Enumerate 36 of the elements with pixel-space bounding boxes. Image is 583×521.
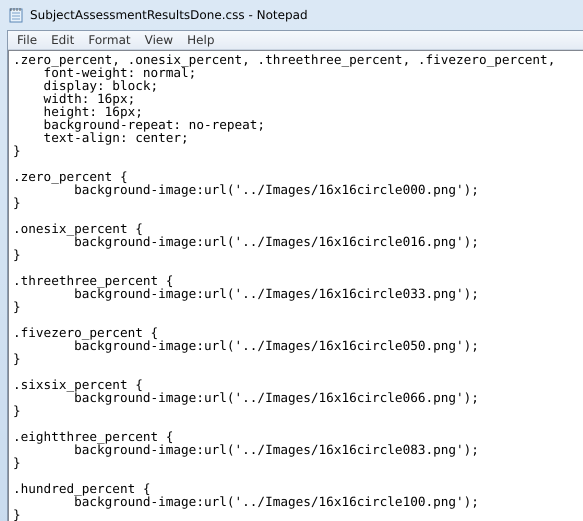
code-line: text-align: center; xyxy=(42,131,190,144)
code-line: } xyxy=(13,248,22,261)
code-line: font-weight: normal; xyxy=(44,66,196,79)
code-line: } xyxy=(13,300,22,313)
code-line: .zero_percent, .onesix_percent, .threethree_percent, .fivezero_percent, xyxy=(13,53,556,66)
menu-item[interactable]: Format xyxy=(81,31,138,49)
code-line: } xyxy=(13,404,22,417)
menu-item[interactable]: View xyxy=(138,31,180,49)
code-line: background-image:url('../Images/16x16circle016.png'); xyxy=(74,235,480,248)
menu-item[interactable]: Edit xyxy=(44,31,82,49)
code-line: .sixsix_percent { xyxy=(13,378,144,391)
code-line: display: block; xyxy=(42,79,158,92)
code-line: .zero_percent { xyxy=(13,170,129,183)
menu-item[interactable]: File xyxy=(10,31,44,49)
notepad-icon xyxy=(8,7,24,23)
window-title: SubjectAssessmentResultsDone.css - Notepad xyxy=(30,8,308,22)
code-line: background-image:url('../Images/16x16circle033.png'); xyxy=(74,287,480,300)
code-line: background-image:url('../Images/16x16circle000.png'); xyxy=(74,183,480,196)
code-line: width: 16px; xyxy=(42,92,136,105)
code-line: } xyxy=(13,508,22,521)
code-line: } xyxy=(13,456,22,469)
code-line: background-repeat: no-repeat; xyxy=(42,118,266,131)
menu-item[interactable]: Help xyxy=(180,31,222,49)
code-line: } xyxy=(13,144,22,157)
code-line: height: 16px; xyxy=(42,105,144,118)
code-line: .fivezero_percent { xyxy=(13,326,160,339)
code-line: .onesix_percent { xyxy=(13,222,144,235)
code-line: background-image:url('../Images/16x16circle083.png'); xyxy=(74,443,480,456)
code-line: .threethree_percent { xyxy=(13,274,174,287)
code-line: } xyxy=(13,196,22,209)
code-line: .eightthree_percent { xyxy=(13,430,174,443)
code-line: background-image:url('../Images/16x16circle066.png'); xyxy=(74,391,480,404)
code-line: .hundred_percent { xyxy=(13,482,152,495)
code-line: } xyxy=(13,352,22,365)
code-line: background-image:url('../Images/16x16circle100.png'); xyxy=(74,495,480,508)
code-line: background-image:url('../Images/16x16circle050.png'); xyxy=(74,339,480,352)
